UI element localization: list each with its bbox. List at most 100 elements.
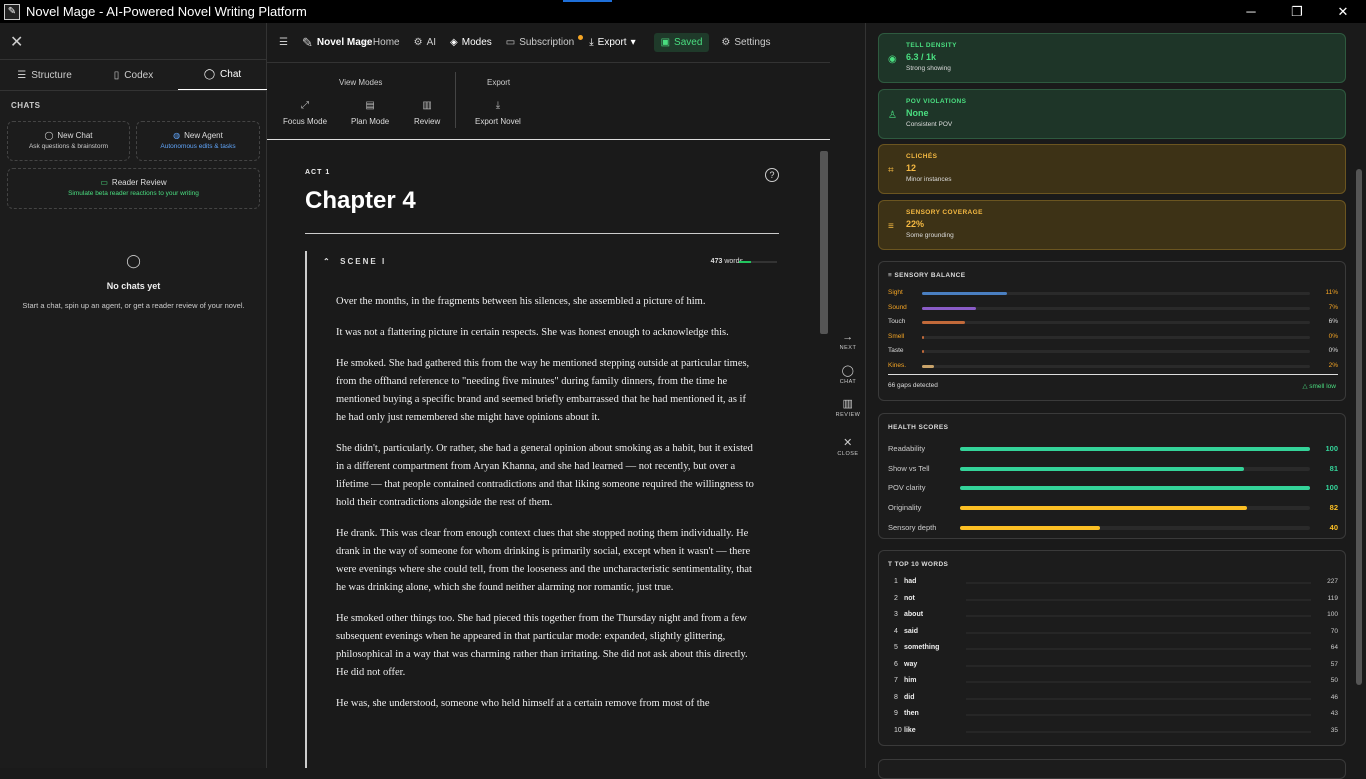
- close-panel-icon[interactable]: ✕: [10, 32, 23, 52]
- health-name: Show vs Tell: [888, 463, 930, 473]
- export-novel-label: Export Novel: [475, 117, 521, 126]
- paragraph[interactable]: He was, she understood, someone who held…: [336, 695, 756, 713]
- sense-name: Sight: [888, 289, 903, 296]
- tab-structure[interactable]: ☰ Structure: [0, 60, 89, 90]
- ribbon-group-title: Export: [487, 78, 511, 87]
- sense-pct: 11%: [1325, 289, 1338, 296]
- maximize-button[interactable]: ❐: [1274, 0, 1320, 23]
- chat-button[interactable]: ◯ CHAT: [830, 364, 866, 385]
- word-track: [966, 664, 1311, 667]
- word-text: way: [904, 660, 918, 668]
- layers-icon: ≡: [888, 272, 893, 279]
- close-icon: ✕: [843, 437, 853, 449]
- nav-label: Modes: [461, 37, 492, 48]
- new-chat-label: New Chat: [57, 131, 93, 140]
- plan-mode-button[interactable]: ▤ Plan Mode: [351, 100, 389, 126]
- chat-label: CHAT: [839, 379, 857, 385]
- health-fill: [960, 525, 1100, 530]
- word-rank: 9: [894, 710, 898, 717]
- nav-settings[interactable]: ⚙ Settings: [721, 37, 770, 48]
- plan-mode-label: Plan Mode: [351, 117, 390, 126]
- tab-label: Codex: [124, 69, 154, 81]
- sensory-row: Sound 7%: [888, 303, 1338, 313]
- word-count: 35: [1330, 726, 1338, 734]
- word-rank: 3: [894, 611, 898, 618]
- review-side-button[interactable]: ▥ REVIEW: [830, 397, 866, 418]
- word-row: 10 like 35: [888, 726, 1338, 738]
- health-name: Readability: [888, 444, 926, 453]
- scene-header[interactable]: ⌃ SCENE I: [323, 257, 386, 266]
- new-agent-button[interactable]: ◍ New Agent Autonomous edits & tasks: [136, 121, 260, 161]
- reader-review-button[interactable]: ▭ Reader Review Simulate beta reader reac…: [7, 168, 260, 209]
- paragraph[interactable]: It was not a flattering picture in certa…: [336, 324, 756, 342]
- top-words-title: T TOP 10 WORDS: [888, 561, 948, 568]
- paragraph[interactable]: He smoked other things too. She had piec…: [336, 610, 756, 682]
- focus-mode-button[interactable]: ⤢ Focus Mode: [283, 100, 327, 126]
- paragraph[interactable]: Over the months, in the fragments betwee…: [336, 293, 756, 311]
- metric-sub: Consistent POV: [906, 121, 953, 128]
- tab-codex[interactable]: ▯ Codex: [89, 60, 178, 90]
- paragraph[interactable]: She didn't, particularly. Or rather, she…: [336, 440, 756, 512]
- sense-pct: 6%: [1328, 318, 1338, 325]
- next-button[interactable]: → NEXT: [830, 331, 866, 351]
- saved-status[interactable]: ▣ Saved: [653, 33, 710, 52]
- health-row: POV clarity 100: [888, 482, 1338, 494]
- nav-modes[interactable]: ◈ Modes: [450, 37, 492, 48]
- chevron-down-icon: ▾: [630, 37, 636, 48]
- sense-fill: [922, 321, 965, 324]
- left-panel: ✕ ☰ Structure ▯ Codex ◯ Chat CHATS ◯ New Cha…: [0, 23, 267, 768]
- help-icon[interactable]: ?: [765, 168, 779, 182]
- metric-cliches[interactable]: ⌗ CLICHÉS 12 Minor instances: [878, 144, 1346, 194]
- nav-home[interactable]: ⌂ Home: [363, 37, 400, 48]
- health-name: Sensory depth: [888, 522, 937, 532]
- nav-label: Settings: [734, 37, 771, 48]
- nav-ai[interactable]: ⚙ AI: [414, 37, 436, 48]
- nav-export[interactable]: ⤓ Export ▾: [589, 37, 635, 48]
- warning-icon: △: [1302, 383, 1308, 390]
- sense-name: Taste: [888, 347, 904, 354]
- health-title: HEALTH SCORES: [888, 424, 949, 431]
- layers-icon: ◈: [450, 37, 458, 48]
- health-score: 81: [1329, 463, 1338, 473]
- notification-badge: [578, 35, 584, 40]
- paragraph[interactable]: He smoked. She had gathered this from th…: [336, 355, 756, 427]
- health-name: Originality: [888, 503, 922, 513]
- close-side-button[interactable]: ✕ CLOSE: [830, 436, 866, 457]
- tab-label: Chat: [220, 69, 242, 80]
- brand-name: Novel Mage: [316, 37, 373, 48]
- title-bar: ✎ Novel Mage - AI-Powered Novel Writing …: [0, 0, 1366, 23]
- smell-low-text: smell low: [1309, 383, 1336, 390]
- word-count: 43: [1330, 710, 1338, 717]
- metric-tell-density[interactable]: ◉ TELL DENSITY 6.3 / 1k Strong showing: [878, 33, 1346, 83]
- export-novel-button[interactable]: ⤓ Export Novel: [475, 100, 521, 126]
- metric-sensory[interactable]: ≡ SENSORY COVERAGE 22% Some grounding: [878, 200, 1346, 250]
- tab-chat[interactable]: ◯ Chat: [178, 60, 267, 90]
- word-count: 64: [1330, 644, 1338, 651]
- metric-pov[interactable]: ♙ POV VIOLATIONS None Consistent POV: [878, 89, 1346, 139]
- chapter-title[interactable]: Chapter 4: [305, 187, 416, 215]
- editor-scrollbar[interactable]: [820, 151, 828, 334]
- brand[interactable]: ✎ Novel Mage: [302, 35, 373, 51]
- menu-icon[interactable]: ☰: [279, 37, 288, 48]
- tab-label: Structure: [31, 69, 72, 81]
- nav-subscription[interactable]: ▭ Subscription: [506, 35, 584, 48]
- health-fill: [960, 506, 1247, 511]
- sense-name: Touch: [888, 318, 906, 325]
- eye-icon: ◉: [888, 54, 897, 65]
- chat-icon: ◯: [44, 131, 54, 140]
- word-row: 3 about 100: [888, 610, 1338, 622]
- close-window-button[interactable]: ✕: [1320, 0, 1366, 23]
- panel-scrollbar[interactable]: [1356, 169, 1362, 685]
- paragraph[interactable]: He drank. This was clear from enough con…: [336, 525, 756, 597]
- ribbon-group-title: View Modes: [339, 78, 383, 87]
- new-chat-button[interactable]: ◯ New Chat Ask questions & brainstorm: [7, 121, 130, 161]
- review-button[interactable]: ▥ Review: [414, 100, 440, 126]
- word-rank: 6: [894, 660, 898, 668]
- scene-text[interactable]: Over the months, in the fragments betwee…: [336, 293, 756, 726]
- minimize-button[interactable]: ─: [1228, 0, 1274, 23]
- word-count: 100: [1327, 611, 1338, 618]
- load-indicator: [563, 0, 612, 2]
- health-track: [960, 466, 1310, 471]
- word-row: 7 him 50: [888, 676, 1338, 688]
- metric-sub: Strong showing: [906, 65, 951, 72]
